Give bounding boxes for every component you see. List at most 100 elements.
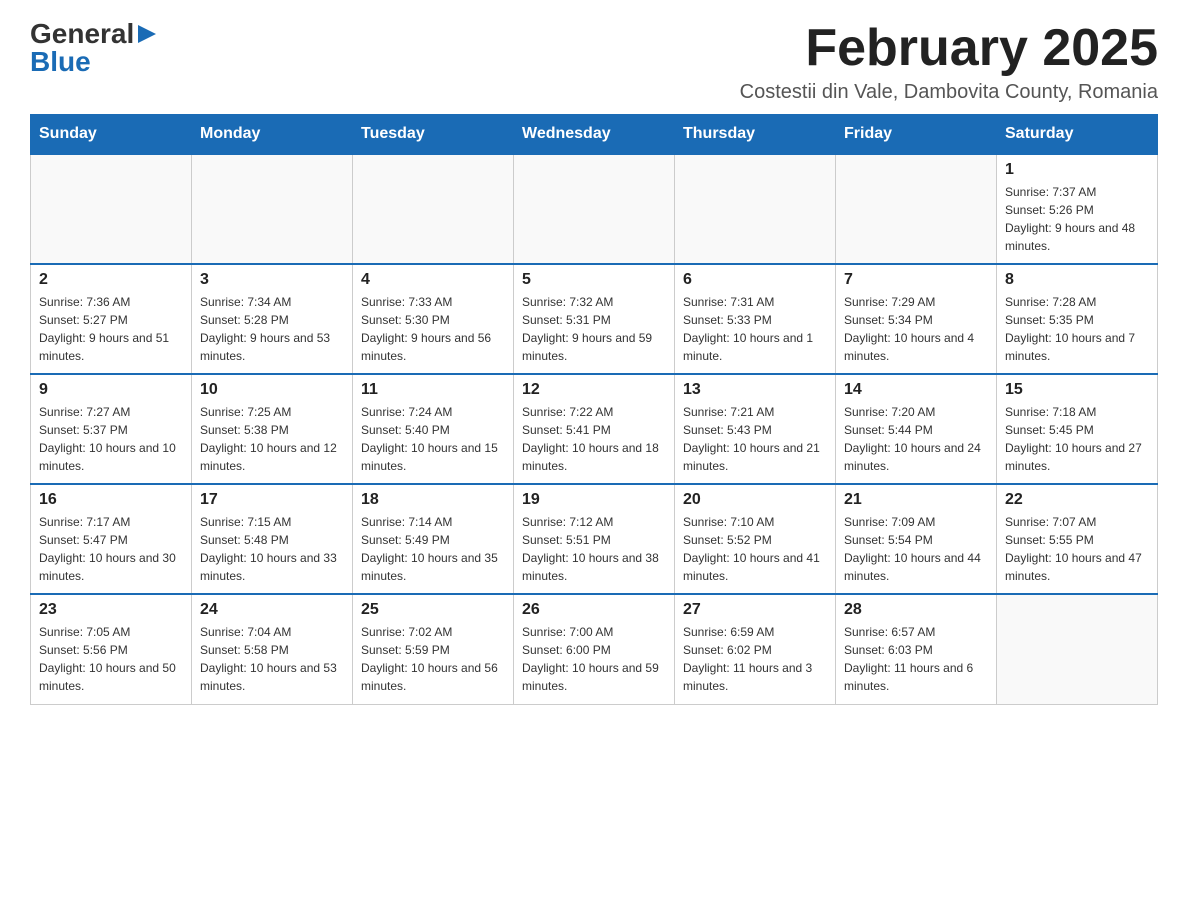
day-of-week-header: Tuesday [353,115,514,155]
day-number: 2 [39,271,183,289]
day-number: 28 [844,601,988,619]
day-info: Sunrise: 7:07 AMSunset: 5:55 PMDaylight:… [1005,513,1149,585]
day-info: Sunrise: 7:12 AMSunset: 5:51 PMDaylight:… [522,513,666,585]
calendar-cell: 19 Sunrise: 7:12 AMSunset: 5:51 PMDayligh… [514,484,675,594]
calendar-cell: 28 Sunrise: 6:57 AMSunset: 6:03 PMDayligh… [836,594,997,704]
calendar-cell: 21 Sunrise: 7:09 AMSunset: 5:54 PMDayligh… [836,484,997,594]
calendar-header: SundayMondayTuesdayWednesdayThursdayFrid… [31,115,1158,155]
calendar-cell: 17 Sunrise: 7:15 AMSunset: 5:48 PMDayligh… [192,484,353,594]
day-number: 7 [844,271,988,289]
calendar-cell [836,154,997,264]
calendar-cell: 3Sunrise: 7:34 AMSunset: 5:28 PMDaylight… [192,264,353,374]
calendar-cell: 11Sunrise: 7:24 AMSunset: 5:40 PMDayligh… [353,374,514,484]
day-info: Sunrise: 7:22 AMSunset: 5:41 PMDaylight:… [522,403,666,475]
day-number: 10 [200,381,344,399]
day-info: Sunrise: 6:59 AMSunset: 6:02 PMDaylight:… [683,623,827,695]
calendar-cell: 5 Sunrise: 7:32 AMSunset: 5:31 PMDaylight… [514,264,675,374]
calendar-cell [192,154,353,264]
calendar-week-row: 2Sunrise: 7:36 AMSunset: 5:27 PMDaylight… [31,264,1158,374]
day-number: 1 [1005,161,1149,179]
day-info: Sunrise: 7:00 AMSunset: 6:00 PMDaylight:… [522,623,666,695]
calendar-body: 1 Sunrise: 7:37 AMSunset: 5:26 PMDaylight… [31,154,1158,704]
day-info: Sunrise: 7:10 AMSunset: 5:52 PMDaylight:… [683,513,827,585]
day-of-week-header: Saturday [997,115,1158,155]
day-number: 4 [361,271,505,289]
day-info: Sunrise: 7:29 AMSunset: 5:34 PMDaylight:… [844,293,988,365]
day-number: 8 [1005,271,1149,289]
calendar-cell: 14Sunrise: 7:20 AMSunset: 5:44 PMDayligh… [836,374,997,484]
calendar-cell: 26 Sunrise: 7:00 AMSunset: 6:00 PMDayligh… [514,594,675,704]
day-info: Sunrise: 7:14 AMSunset: 5:49 PMDaylight:… [361,513,505,585]
calendar-cell: 13 Sunrise: 7:21 AMSunset: 5:43 PMDayligh… [675,374,836,484]
day-number: 25 [361,601,505,619]
day-info: Sunrise: 7:18 AMSunset: 5:45 PMDaylight:… [1005,403,1149,475]
day-info: Sunrise: 7:37 AMSunset: 5:26 PMDaylight:… [1005,183,1149,255]
calendar-week-row: 1 Sunrise: 7:37 AMSunset: 5:26 PMDaylight… [31,154,1158,264]
day-info: Sunrise: 7:15 AMSunset: 5:48 PMDaylight:… [200,513,344,585]
calendar-cell [997,594,1158,704]
day-info: Sunrise: 7:31 AMSunset: 5:33 PMDaylight:… [683,293,827,365]
day-of-week-header: Thursday [675,115,836,155]
day-number: 13 [683,381,827,399]
day-number: 16 [39,491,183,509]
day-number: 17 [200,491,344,509]
calendar-cell [353,154,514,264]
logo-blue-text: Blue [30,48,91,76]
day-of-week-header: Monday [192,115,353,155]
day-number: 9 [39,381,183,399]
day-info: Sunrise: 7:33 AMSunset: 5:30 PMDaylight:… [361,293,505,365]
calendar-week-row: 9 Sunrise: 7:27 AMSunset: 5:37 PMDaylight… [31,374,1158,484]
calendar-cell: 27 Sunrise: 6:59 AMSunset: 6:02 PMDayligh… [675,594,836,704]
logo-general-text: General [30,20,134,48]
calendar-cell: 22 Sunrise: 7:07 AMSunset: 5:55 PMDayligh… [997,484,1158,594]
day-info: Sunrise: 7:34 AMSunset: 5:28 PMDaylight:… [200,293,344,365]
calendar-cell: 8 Sunrise: 7:28 AMSunset: 5:35 PMDaylight… [997,264,1158,374]
day-info: Sunrise: 7:20 AMSunset: 5:44 PMDaylight:… [844,403,988,475]
calendar-cell: 25 Sunrise: 7:02 AMSunset: 5:59 PMDayligh… [353,594,514,704]
day-info: Sunrise: 7:09 AMSunset: 5:54 PMDaylight:… [844,513,988,585]
day-info: Sunrise: 7:21 AMSunset: 5:43 PMDaylight:… [683,403,827,475]
calendar-cell: 23 Sunrise: 7:05 AMSunset: 5:56 PMDayligh… [31,594,192,704]
day-number: 6 [683,271,827,289]
day-number: 18 [361,491,505,509]
day-info: Sunrise: 7:24 AMSunset: 5:40 PMDaylight:… [361,403,505,475]
calendar-week-row: 23 Sunrise: 7:05 AMSunset: 5:56 PMDayligh… [31,594,1158,704]
calendar-cell: 16Sunrise: 7:17 AMSunset: 5:47 PMDayligh… [31,484,192,594]
calendar-cell [31,154,192,264]
calendar-cell: 7 Sunrise: 7:29 AMSunset: 5:34 PMDaylight… [836,264,997,374]
logo: General Blue [30,20,158,76]
day-info: Sunrise: 6:57 AMSunset: 6:03 PMDaylight:… [844,623,988,695]
day-number: 12 [522,381,666,399]
calendar-cell [675,154,836,264]
day-number: 26 [522,601,666,619]
day-number: 15 [1005,381,1149,399]
day-of-week-header: Wednesday [514,115,675,155]
calendar-cell: 18 Sunrise: 7:14 AMSunset: 5:49 PMDayligh… [353,484,514,594]
day-number: 19 [522,491,666,509]
calendar-cell: 15 Sunrise: 7:18 AMSunset: 5:45 PMDayligh… [997,374,1158,484]
calendar-cell: 2Sunrise: 7:36 AMSunset: 5:27 PMDaylight… [31,264,192,374]
day-number: 5 [522,271,666,289]
day-info: Sunrise: 7:05 AMSunset: 5:56 PMDaylight:… [39,623,183,695]
calendar-cell: 20 Sunrise: 7:10 AMSunset: 5:52 PMDayligh… [675,484,836,594]
days-of-week-row: SundayMondayTuesdayWednesdayThursdayFrid… [31,115,1158,155]
day-info: Sunrise: 7:32 AMSunset: 5:31 PMDaylight:… [522,293,666,365]
calendar-cell: 9 Sunrise: 7:27 AMSunset: 5:37 PMDaylight… [31,374,192,484]
day-info: Sunrise: 7:02 AMSunset: 5:59 PMDaylight:… [361,623,505,695]
day-info: Sunrise: 7:28 AMSunset: 5:35 PMDaylight:… [1005,293,1149,365]
title-area: February 2025 Costestii din Vale, Dambov… [740,20,1158,104]
calendar-cell: 12 Sunrise: 7:22 AMSunset: 5:41 PMDayligh… [514,374,675,484]
day-number: 27 [683,601,827,619]
day-number: 23 [39,601,183,619]
day-number: 21 [844,491,988,509]
calendar-cell: 10Sunrise: 7:25 AMSunset: 5:38 PMDayligh… [192,374,353,484]
calendar-cell: 1 Sunrise: 7:37 AMSunset: 5:26 PMDaylight… [997,154,1158,264]
page-header: General Blue February 2025 Costestii din… [30,20,1158,104]
day-info: Sunrise: 7:04 AMSunset: 5:58 PMDaylight:… [200,623,344,695]
day-number: 22 [1005,491,1149,509]
day-info: Sunrise: 7:27 AMSunset: 5:37 PMDaylight:… [39,403,183,475]
month-title: February 2025 [740,20,1158,77]
logo-arrow-icon [136,23,158,45]
location-subtitle: Costestii din Vale, Dambovita County, Ro… [740,81,1158,104]
day-number: 20 [683,491,827,509]
